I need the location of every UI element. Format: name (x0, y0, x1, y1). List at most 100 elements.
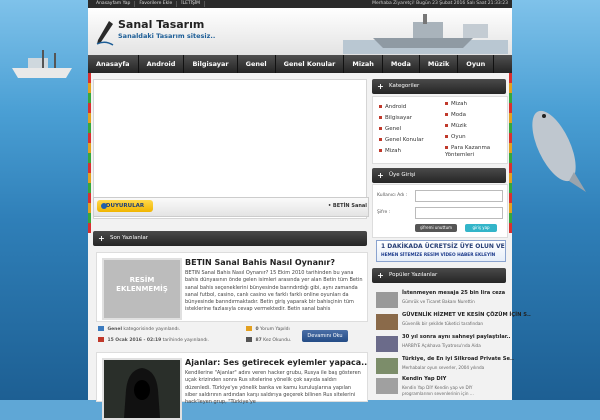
add-favorites-link[interactable]: Favorilere Ekle (135, 1, 178, 7)
nav-oyun[interactable]: Oyun (458, 55, 495, 73)
comment-label: Yorum Yapıldı (260, 327, 290, 332)
page-container: Anasayfam Yap Favorilere Ekle İLETİŞİM M… (88, 0, 531, 420)
nav-anasayfa[interactable]: Anasayfa (88, 55, 139, 73)
login-title: Üye Girişi (389, 172, 416, 178)
popular-item-title[interactable]: 30 yıl sonra aynı sahneyi paylaştılar.. (402, 334, 511, 340)
post-date: 15 Ocak 2016 - 02:19 (107, 338, 162, 343)
username-label: Kullanıcı Adı : (377, 193, 408, 198)
banner-line-2: HEMEN SİTEMİZE RESİM VİDEO HABER EKLEYİN (381, 253, 496, 258)
forgot-password-button[interactable]: şifremi unuttum (415, 224, 457, 232)
background-ocean-right (510, 0, 600, 400)
announcement-badge[interactable]: DUYURULAR (97, 200, 153, 212)
categories-header: + Kategoriler (372, 79, 506, 94)
categories-title: Kategoriler (389, 83, 420, 89)
post-card: Ajanlar: Ses getirecek eylemler yapaca..… (96, 352, 368, 420)
category-oyun[interactable]: Oyun (445, 134, 466, 140)
nav-muzik[interactable]: Müzik (420, 55, 459, 73)
popular-item[interactable]: 30 yıl sonra aynı sahneyi paylaştılar.. … (376, 334, 511, 354)
login-box: Kullanıcı Adı : Şifre : şifremi unuttum … (372, 184, 508, 238)
popular-thumbnail (376, 292, 398, 308)
popular-item-title[interactable]: Türkiye, de En iyi Silkroad Private Se.. (402, 356, 514, 362)
category-moda[interactable]: Moda (445, 112, 466, 118)
read-count-label: Kez Okundu. (263, 338, 292, 343)
popular-item[interactable]: Kendin Yap DIY Kendin Yap DIY Kendin yap… (376, 376, 504, 396)
post-meta-row-2: 15 Ocak 2016 - 02:19 tarihinde yayınland… (96, 335, 366, 345)
nav-genel[interactable]: Genel (238, 55, 276, 73)
post-title[interactable]: Ajanlar: Ses getirecek eylemler yapaca.. (185, 358, 367, 367)
header: Sanal Tasarım Sanaldaki Tasarım sitesiz.… (88, 8, 512, 55)
site-subtitle: Sanaldaki Tasarım sitesiz.. (118, 32, 216, 40)
nav-mizah[interactable]: Mizah (344, 55, 383, 73)
megaphone-icon (101, 203, 107, 209)
nav-android[interactable]: Android (139, 55, 185, 73)
set-homepage-link[interactable]: Anasayfam Yap (92, 1, 136, 7)
post-date-suffix: tarihinde yayınlandı. (162, 338, 209, 343)
announcement-badge-label: DUYURULAR (105, 203, 145, 209)
site-title[interactable]: Sanal Tasarım (118, 18, 204, 31)
no-image-placeholder: RESİM EKLENMEMİŞ (116, 276, 168, 293)
calendar-icon (98, 337, 104, 342)
post-category-suffix: kategorisinde yayınlandı. (123, 327, 181, 332)
popular-posts-title: Popüler Yazılanlar (389, 272, 438, 278)
popular-item-excerpt: Kendin Yap DIY Kendin yap ve DIY (402, 385, 473, 390)
fishing-boat-illustration (12, 50, 72, 78)
post-category[interactable]: Genel (107, 327, 122, 332)
recent-posts-title: Son Yazılanlar (110, 235, 149, 241)
contact-link[interactable]: İLETİŞİM (177, 1, 206, 7)
popular-item[interactable]: Türkiye, de En iyi Silkroad Private Se..… (376, 356, 514, 376)
category-muzik[interactable]: Müzik (445, 123, 467, 129)
signup-banner[interactable]: 1 DAKİKADA ÜCRETSİZ ÜYE OLUN VE HEMEN Sİ… (376, 240, 506, 262)
top-bar: Anasayfam Yap Favorilere Ekle İLETİŞİM M… (88, 0, 512, 8)
comment-count: 0 (255, 327, 259, 332)
post-thumbnail-hacker[interactable] (102, 358, 182, 420)
username-input[interactable] (415, 190, 503, 202)
category-para-kazanma[interactable]: Para Kazanma Yöntemleri (445, 145, 503, 159)
popular-item-excerpt: Güvenlik bir şekilde tüketici tarafından (402, 321, 484, 326)
category-genel[interactable]: Genel (379, 126, 401, 132)
category-mizah[interactable]: Mizah (379, 148, 401, 154)
announcement-ticker[interactable]: • BETİN Sanal (328, 203, 367, 209)
popular-thumbnail (376, 378, 398, 394)
hooded-figure-icon (124, 368, 160, 418)
popular-thumbnail (376, 336, 398, 352)
welcome-datetime: Merhaba Ziyaretçi! Bugün 23 Şubat 2016 S… (372, 1, 508, 6)
main-nav: Anasayfa Android Bilgisayar Genel Genel … (88, 55, 512, 73)
login-header: + Üye Girişi (372, 168, 506, 183)
plus-icon: + (98, 234, 105, 243)
categories-box: Android Bilgisayar Genel Genel Konular M… (372, 96, 508, 164)
post-excerpt: Kendilerine "Ajanlar" adını veren hacker… (185, 370, 361, 406)
nav-moda[interactable]: Moda (383, 55, 420, 73)
popular-item-title[interactable]: GÜVENLİK HİZMET VE KESİN ÇÖZÜM İÇİN S.. (402, 312, 531, 318)
login-submit-button[interactable]: giriş yap (465, 224, 497, 232)
post-card: RESİM EKLENMEMİŞ BETIN Sanal Bahis Nasıl… (96, 252, 368, 322)
category-bilgisayar[interactable]: Bilgisayar (379, 115, 412, 121)
banner-line-1: 1 DAKİKADA ÜCRETSİZ ÜYE OLUN VE (381, 243, 505, 250)
popular-posts-header: + Popüler Yazılanlar (372, 268, 506, 283)
nav-genel-konular[interactable]: Genel Konular (276, 55, 345, 73)
announcement-bar: DUYURULAR • BETİN Sanal (93, 197, 369, 217)
decorative-stripe-right (509, 73, 512, 233)
popular-thumbnail (376, 314, 398, 330)
plus-icon: + (377, 171, 384, 180)
category-mizah-right[interactable]: Mizah (445, 101, 467, 107)
popular-item[interactable]: GÜVENLİK HİZMET VE KESİN ÇÖZÜM İÇİN S.. … (376, 312, 531, 332)
decorative-stripe-left (88, 73, 91, 233)
category-android[interactable]: Android (379, 104, 406, 110)
password-label: Şifre : (377, 210, 391, 215)
eye-icon (246, 337, 252, 342)
popular-item[interactable]: İstenmeyen mesaja 25 bin lira ceza Gümrü… (376, 290, 505, 310)
popular-item-title[interactable]: İstenmeyen mesaja 25 bin lira ceza (402, 290, 505, 296)
password-input[interactable] (415, 207, 503, 219)
pen-logo-icon (96, 21, 114, 46)
recent-posts-header: + Son Yazılanlar (93, 231, 367, 246)
popular-item-excerpt: Merhabalar oyun severler, 2004 yılında (402, 365, 485, 370)
nav-bilgisayar[interactable]: Bilgisayar (184, 55, 238, 73)
post-title[interactable]: BETIN Sanal Bahis Nasıl Oynanır? (185, 258, 335, 267)
popular-item-title[interactable]: Kendin Yap DIY (402, 376, 446, 382)
popular-item-excerpt: HARBİYE Açıkhava Tiyatrosu'nda Aida (402, 343, 481, 348)
popular-item-excerpt: Gümrük ve Ticaret Bakanı Nurettin (402, 299, 475, 304)
plus-icon: + (377, 82, 384, 91)
category-genel-konular[interactable]: Genel Konular (379, 137, 424, 143)
popular-thumbnail (376, 358, 398, 374)
post-thumbnail[interactable]: RESİM EKLENMEMİŞ (102, 258, 182, 320)
